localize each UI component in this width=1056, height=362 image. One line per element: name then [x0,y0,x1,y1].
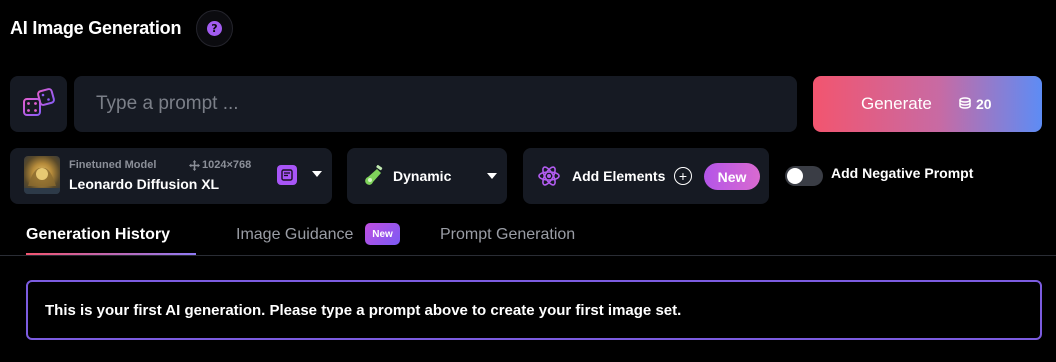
add-elements-button[interactable]: Add Elements + New [523,148,769,204]
help-button[interactable]: ? [196,10,233,47]
tab-prompt-generation[interactable]: Prompt Generation [440,226,575,244]
random-prompt-button[interactable] [10,76,67,132]
model-dimensions: 1024×768 [189,159,251,171]
tab-new-badge: New [365,223,400,245]
model-settings-icon[interactable] [277,165,297,185]
add-elements-label: Add Elements [572,168,666,184]
page-title: AI Image Generation [10,18,182,38]
token-count: 20 [976,96,992,112]
question-icon: ? [207,21,222,36]
tab-image-guidance[interactable]: Image Guidance [236,226,353,244]
first-generation-notice: This is your first AI generation. Please… [26,280,1042,340]
tabs-divider [0,255,1056,256]
plus-icon: + [674,167,692,185]
style-label: Dynamic [393,168,452,184]
model-name: Leonardo Diffusion XL [69,176,220,192]
model-dimensions-value: 1024×768 [202,159,252,171]
dice-icon [22,88,55,116]
move-icon [189,159,200,171]
style-selector[interactable]: Dynamic [347,148,507,204]
potion-icon [365,165,383,185]
model-selector[interactable]: Finetuned Model 1024×768 Leonardo Diffus… [10,148,332,204]
negative-prompt-toggle[interactable] [785,166,823,186]
toggle-knob [787,168,803,184]
model-sublabel: Finetuned Model [69,159,157,171]
prompt-input[interactable] [74,76,797,132]
coins-icon [959,97,971,109]
new-badge: New [704,163,760,190]
notice-text: This is your first AI generation. Please… [45,302,682,319]
tab-generation-history[interactable]: Generation History [26,226,170,244]
negative-prompt-label: Add Negative Prompt [831,165,974,181]
model-thumbnail [24,156,60,194]
generate-label: Generate [861,94,932,113]
chevron-down-icon[interactable] [312,171,322,177]
chevron-down-icon[interactable] [487,173,497,179]
generate-button[interactable]: Generate 20 [813,76,1042,132]
atom-icon [538,166,560,186]
